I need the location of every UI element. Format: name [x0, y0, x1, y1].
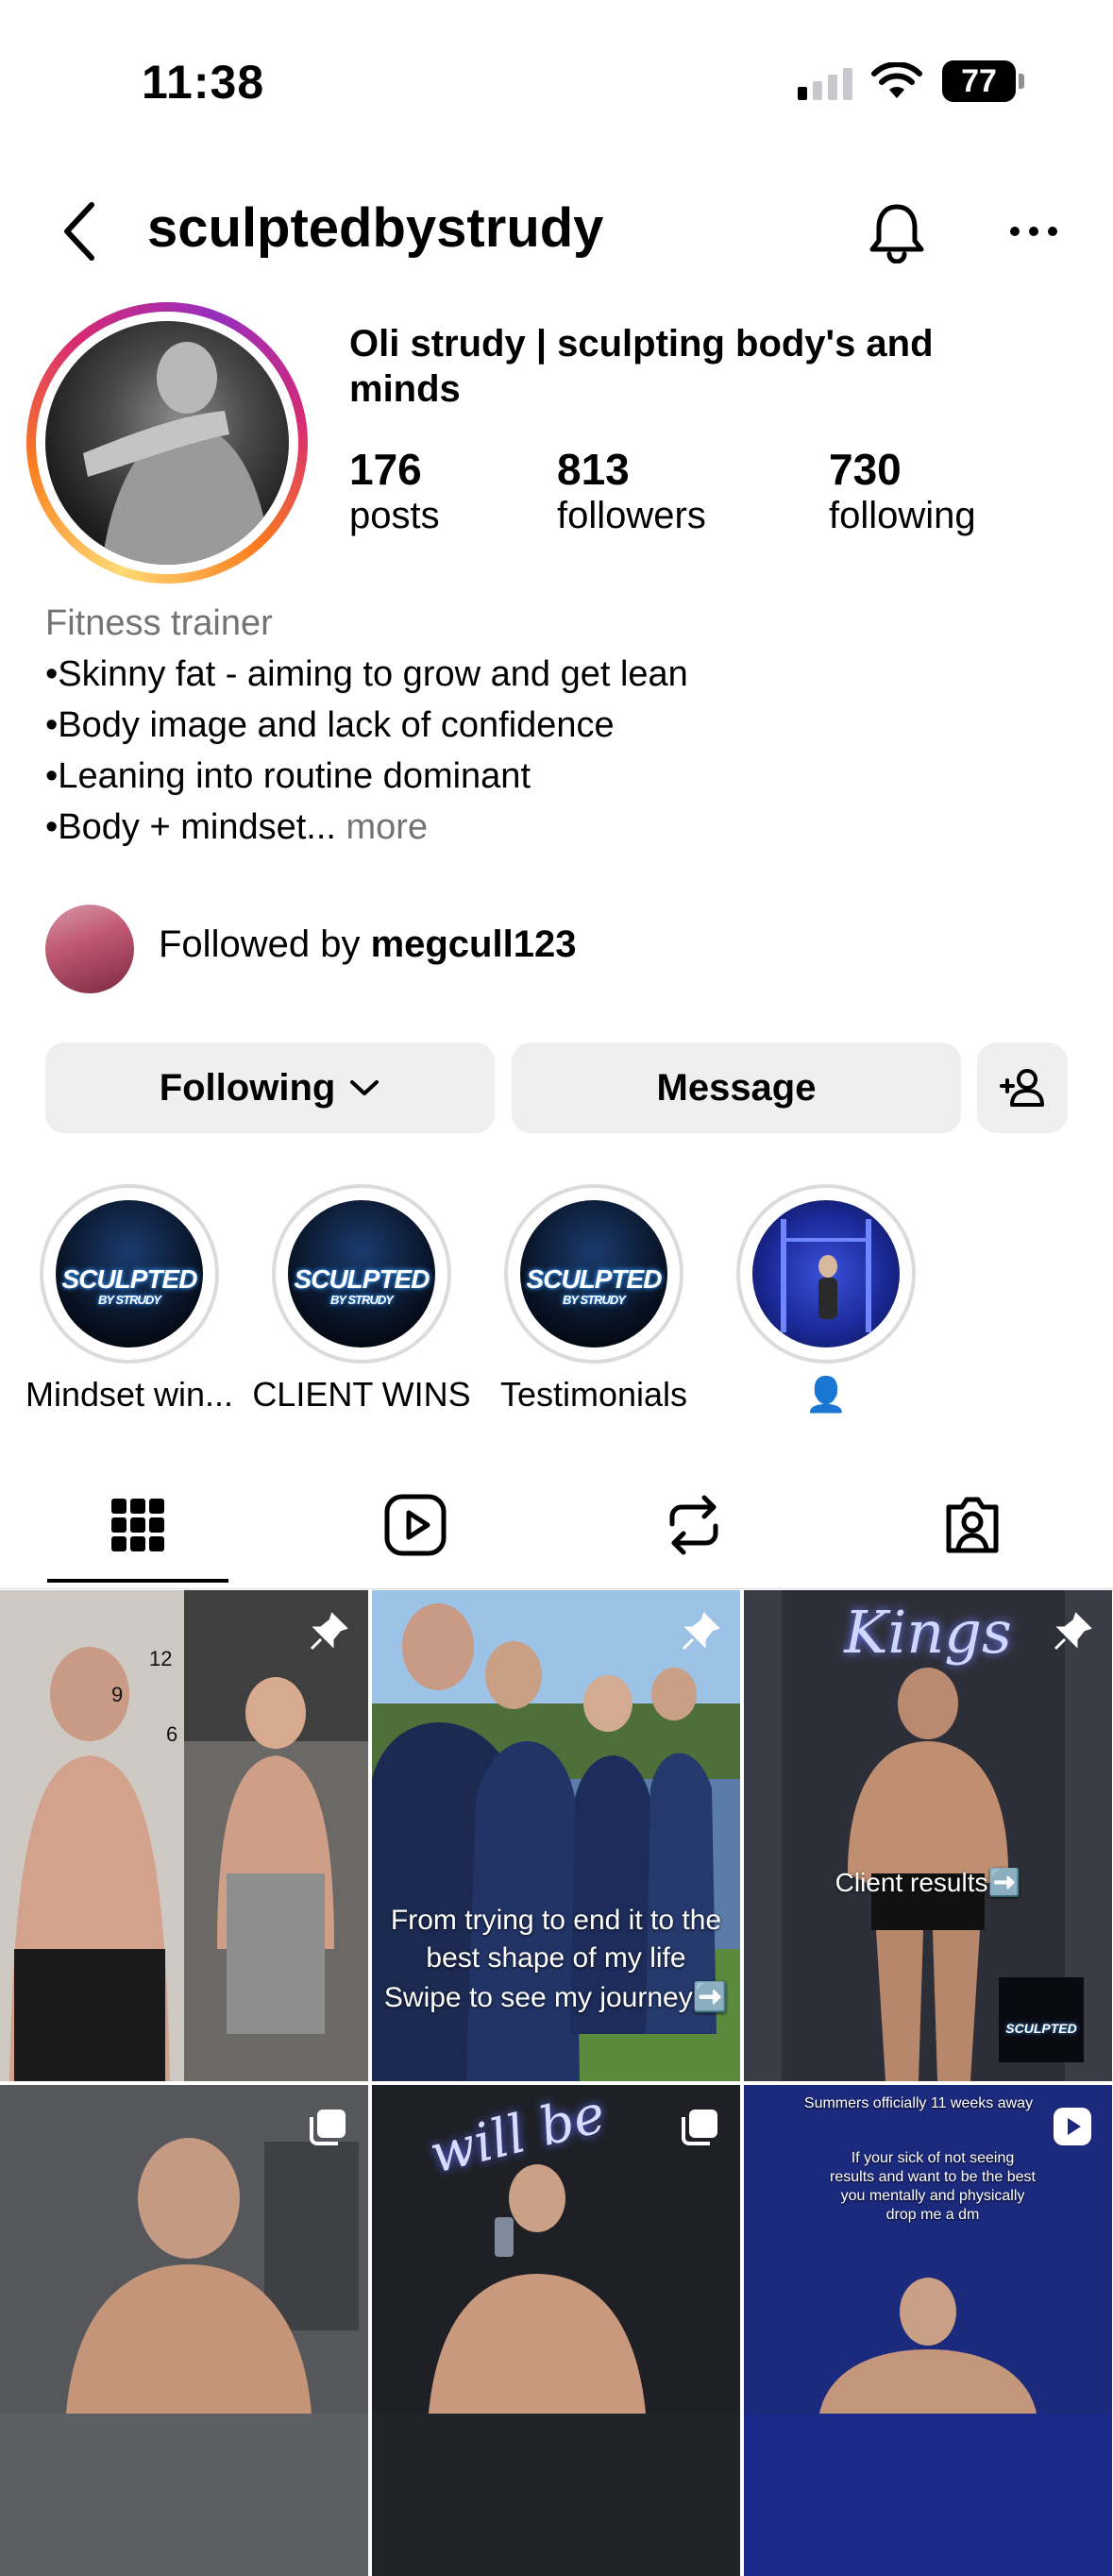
tab-reposts[interactable]: [647, 1483, 741, 1568]
message-button-label: Message: [656, 1066, 817, 1109]
highlight-testimonials[interactable]: SCULPTED BY STRUDY: [504, 1184, 683, 1364]
stat-following[interactable]: 730 following: [829, 444, 976, 537]
tab-divider: [0, 1588, 1113, 1589]
bio-line: •Leaning into routine dominant: [45, 756, 531, 796]
post-caption: From trying to end it to the best shape …: [390, 1905, 722, 1974]
bio-line: •Skinny fat - aiming to grow and get lea…: [45, 654, 688, 694]
battery-indicator: 77: [942, 60, 1016, 102]
battery-tip: [1019, 74, 1024, 89]
highlight-client-wins[interactable]: SCULPTED BY STRUDY: [272, 1184, 451, 1364]
stat-followers-value: 813: [557, 445, 630, 494]
highlight-cover: [752, 1200, 900, 1347]
highlight-label: 👤: [804, 1375, 848, 1414]
highlight-gym[interactable]: [736, 1184, 916, 1364]
reel-play-icon: [1054, 2108, 1091, 2145]
cellular-signal-icon: [798, 62, 854, 100]
brand-badge: SCULPTED: [1005, 2021, 1077, 2036]
highlight-logo-subtext: BY STRUDY: [98, 1293, 161, 1307]
post-tile[interactable]: Summers officially 11 weeks away If your…: [744, 2085, 1112, 2576]
post-tile[interactable]: From trying to end it to the best shape …: [372, 1590, 740, 2081]
clock-label: 9: [111, 1683, 124, 1706]
active-tab-indicator: [47, 1579, 228, 1583]
post-caption: Summers officially 11 weeks away: [803, 2095, 1034, 2111]
stat-posts-label: posts: [349, 495, 440, 536]
post-tile[interactable]: [0, 2085, 368, 2576]
bio-line: •Body + mindset...: [45, 807, 336, 847]
profile-avatar[interactable]: [26, 302, 308, 584]
mutual-follower-username: megcull123: [370, 924, 577, 965]
highlight-mindset-wins[interactable]: SCULPTED BY STRUDY: [40, 1184, 219, 1364]
reels-icon: [384, 1494, 447, 1556]
highlight-logo-subtext: BY STRUDY: [563, 1293, 626, 1307]
post-tile[interactable]: will be: [372, 2085, 740, 2576]
pin-icon: [682, 1612, 720, 1651]
more-horizontal-icon: [1010, 227, 1057, 236]
post-tile[interactable]: Kings SCULPTED Client results➡️: [744, 1590, 1112, 2081]
tagged-person-icon: [946, 1497, 999, 1553]
pin-icon: [1054, 1612, 1092, 1651]
highlight-label: Testimonials: [499, 1375, 688, 1414]
tab-reels[interactable]: [368, 1483, 463, 1568]
following-button-label: Following: [159, 1066, 336, 1109]
highlight-logo-subtext: BY STRUDY: [330, 1293, 394, 1307]
back-button[interactable]: [47, 189, 113, 274]
bell-icon: [869, 204, 924, 263]
pin-icon: [310, 1612, 348, 1651]
tab-tagged[interactable]: [925, 1483, 1020, 1568]
notifications-button[interactable]: [859, 195, 935, 270]
post-caption-secondary: Swipe to see my journey➡️: [383, 1982, 729, 2013]
highlight-logo-text: SCULPTED: [61, 1264, 198, 1294]
stat-followers-label: followers: [557, 495, 706, 536]
highlight-cover: SCULPTED BY STRUDY: [288, 1200, 435, 1347]
chevron-left-icon: [64, 202, 94, 261]
mutual-follower-avatar[interactable]: [45, 905, 134, 993]
avatar-photo: [45, 321, 289, 565]
bio-line: •Body image and lack of confidence: [45, 705, 615, 745]
highlight-label: Mindset win...: [25, 1375, 234, 1414]
highlight-logo-text: SCULPTED: [294, 1264, 430, 1294]
grid-icon: [111, 1499, 164, 1551]
bio-last-line: •Body + mindset... more: [45, 802, 428, 853]
following-button[interactable]: Following: [45, 1042, 495, 1133]
post-caption-secondary: If your sick of not seeing results and w…: [830, 2150, 1036, 2223]
followed-by-text[interactable]: Followed by megcull123: [159, 924, 576, 966]
stat-posts[interactable]: 176 posts: [349, 444, 440, 537]
clock-label: 12: [149, 1647, 173, 1670]
carousel-icon: [682, 2110, 717, 2145]
highlight-logo-text: SCULPTED: [526, 1264, 663, 1294]
wifi-icon: [871, 62, 922, 98]
more-options-button[interactable]: [1001, 198, 1067, 264]
profile-category: Fitness trainer: [45, 603, 273, 643]
stat-following-value: 730: [829, 445, 902, 494]
bio-more-link[interactable]: more: [346, 807, 429, 847]
suggested-people-button[interactable]: [977, 1042, 1068, 1133]
stat-posts-value: 176: [349, 445, 422, 494]
display-name: Oli strudy | sculpting body's and minds: [349, 323, 934, 410]
repost-icon: [669, 1495, 718, 1555]
highlight-label: CLIENT WINS: [252, 1375, 471, 1414]
chevron-down-icon: [350, 1080, 379, 1095]
clock-label: 6: [166, 1722, 178, 1746]
post-tile[interactable]: 12 9 6: [0, 1590, 368, 2081]
status-time: 11:38: [142, 56, 265, 109]
highlight-cover: SCULPTED BY STRUDY: [520, 1200, 667, 1347]
profile-username: sculptedbystrudy: [147, 197, 604, 259]
post-caption: Client results➡️: [835, 1868, 1021, 1897]
stat-followers[interactable]: 813 followers: [557, 444, 706, 537]
stat-following-label: following: [829, 495, 976, 536]
highlight-cover: SCULPTED BY STRUDY: [56, 1200, 203, 1347]
followed-by-prefix: Followed by: [159, 924, 371, 965]
carousel-icon: [310, 2110, 346, 2145]
add-person-icon: [1000, 1069, 1044, 1107]
message-button[interactable]: Message: [512, 1042, 961, 1133]
tab-posts-grid[interactable]: [91, 1483, 185, 1568]
